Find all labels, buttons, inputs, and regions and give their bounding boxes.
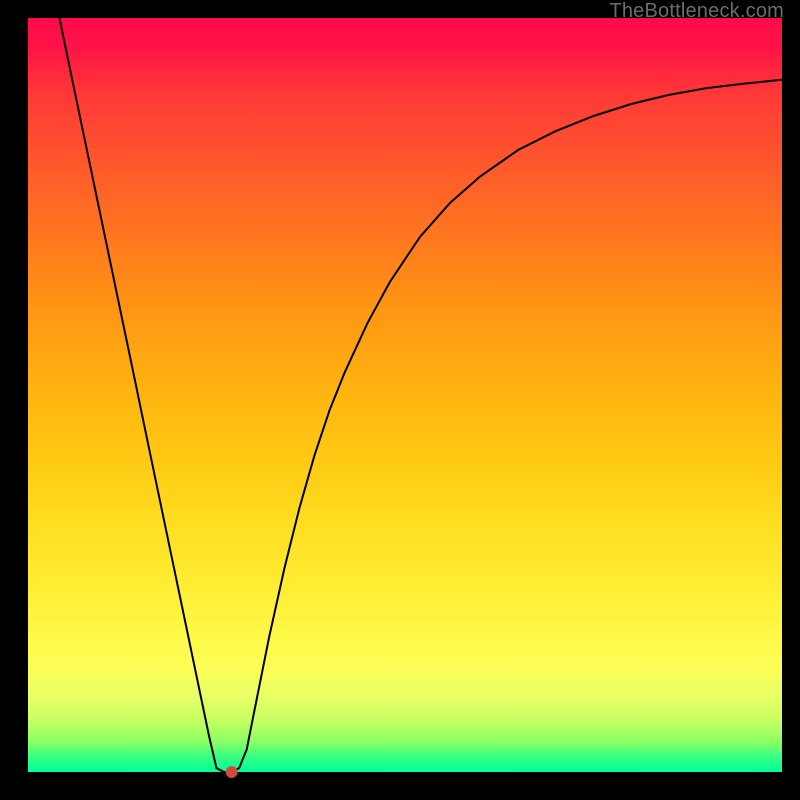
right-border [782,0,800,800]
bottleneck-curve-chart [28,18,782,772]
bottleneck-curve [28,0,782,772]
bottom-border [0,772,800,800]
optimal-point-marker [226,766,238,778]
left-border [0,0,28,800]
